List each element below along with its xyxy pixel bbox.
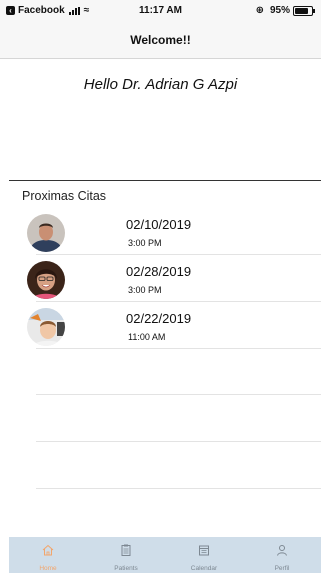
tab-label: Perfil xyxy=(274,565,290,572)
status-bar: ‹ Facebook ≈ 11:17 AM ⊕ 95% xyxy=(0,0,321,22)
battery-percent: 95% xyxy=(269,5,290,16)
person-icon xyxy=(277,545,287,556)
battery-icon xyxy=(293,5,315,16)
appointment-row[interactable]: 02/10/2019 3:00 PM xyxy=(0,208,321,255)
section-title: Proximas Citas xyxy=(22,189,107,203)
status-right: ⊕ 95% xyxy=(255,5,315,16)
tab-patients[interactable]: Patients xyxy=(87,537,165,573)
tab-label: Patients xyxy=(114,565,138,572)
clipboard-icon xyxy=(121,544,131,556)
appointment-date: 02/22/2019 xyxy=(126,311,192,326)
tab-perfil[interactable]: Perfil xyxy=(243,537,321,573)
home-icon xyxy=(42,544,54,556)
tab-bar: Home Patients Calendar Perfil xyxy=(9,537,321,573)
appointment-date: 02/28/2019 xyxy=(126,264,192,279)
appointment-date: 02/10/2019 xyxy=(126,217,192,232)
greeting-text: Hello Dr. Adrian G Azpi xyxy=(83,76,238,93)
empty-row-separator xyxy=(36,394,321,395)
tab-label: Home xyxy=(39,565,57,572)
appointment-time: 3:00 PM xyxy=(128,238,162,248)
tab-label: Calendar xyxy=(190,565,218,572)
navigation-bar: Welcome!! xyxy=(0,22,321,59)
patient-avatar xyxy=(27,214,65,252)
appointment-row[interactable]: 02/22/2019 11:00 AM xyxy=(0,302,321,349)
tab-calendar[interactable]: Calendar xyxy=(165,537,243,573)
empty-row-separator xyxy=(36,441,321,442)
page-title: Welcome!! xyxy=(130,33,191,47)
tab-home[interactable]: Home xyxy=(9,537,87,573)
patient-avatar xyxy=(27,261,65,299)
appointment-time: 3:00 PM xyxy=(128,285,162,295)
patient-avatar xyxy=(27,308,65,346)
appointments-list: 02/10/2019 3:00 PM 02/28/2019 3:00 PM 02… xyxy=(0,208,321,349)
section-divider xyxy=(9,180,321,181)
orientation-lock-icon: ⊕ xyxy=(255,5,264,16)
empty-row-separator xyxy=(36,488,321,489)
appointment-time: 11:00 AM xyxy=(128,332,166,342)
appointment-row[interactable]: 02/28/2019 3:00 PM xyxy=(0,255,321,302)
calendar-icon xyxy=(199,545,209,556)
